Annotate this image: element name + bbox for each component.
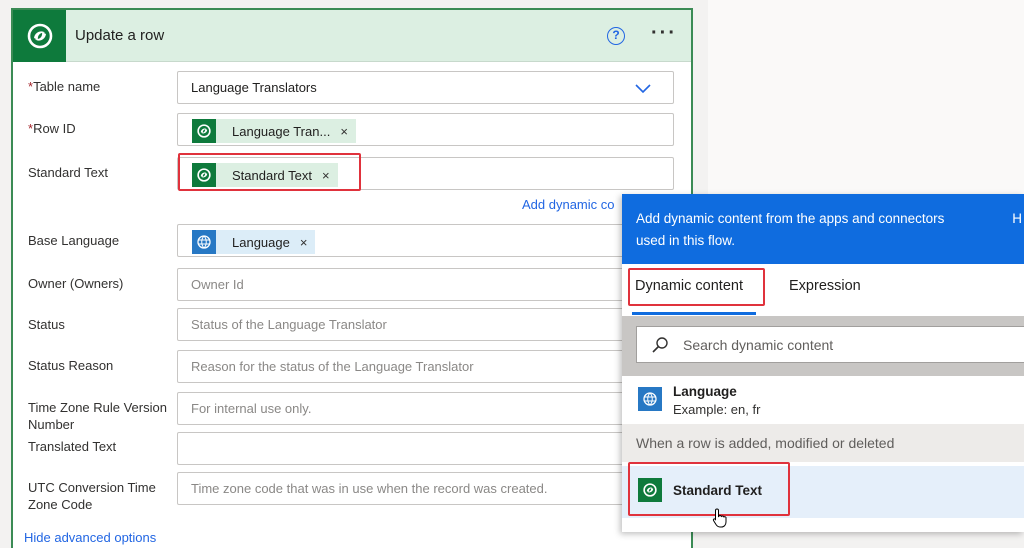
help-icon[interactable]: ? xyxy=(607,27,625,45)
translated-text-label: Translated Text xyxy=(28,439,117,454)
dataverse-icon xyxy=(13,10,66,62)
list-item-title: Language xyxy=(673,384,737,399)
list-item-language[interactable]: Language Example: en, fr xyxy=(622,378,1024,428)
hand-cursor-icon xyxy=(712,508,728,533)
translated-text-input[interactable] xyxy=(177,432,674,465)
tab-expression[interactable]: Expression xyxy=(789,278,861,294)
hide-advanced-link[interactable]: Hide advanced options xyxy=(24,530,156,545)
panel-header-cut-text[interactable]: H xyxy=(1012,208,1022,230)
base-language-token-label: Language xyxy=(232,234,290,250)
row-id-token-label: Language Tran... xyxy=(232,123,331,139)
status-label: Status xyxy=(28,317,65,332)
remove-token-icon[interactable]: × xyxy=(340,124,348,139)
base-language-label: Base Language xyxy=(28,233,120,248)
search-input[interactable]: Search dynamic content xyxy=(636,326,1024,363)
card-header[interactable]: Update a row ? ··· xyxy=(13,10,691,62)
panel-header-line2: used in this flow. xyxy=(636,233,736,248)
base-language-token[interactable]: Language × xyxy=(192,230,316,254)
standard-text-label: Standard Text xyxy=(28,165,108,180)
tz-rule-placeholder: For internal use only. xyxy=(191,401,312,416)
status-reason-input[interactable]: Reason for the status of the Language Tr… xyxy=(177,350,674,383)
dataverse-icon xyxy=(192,119,216,143)
section-header: When a row is added, modified or deleted xyxy=(622,424,1024,462)
owner-label: Owner (Owners) xyxy=(28,276,124,291)
dynamic-content-panel: Add dynamic content from the apps and co… xyxy=(622,194,1024,532)
globe-icon xyxy=(192,230,216,254)
row-id-token[interactable]: Language Tran... × xyxy=(192,119,356,143)
table-name-value: Language Translators xyxy=(191,80,317,95)
section-title: When a row is added, modified or deleted xyxy=(636,435,895,451)
highlight-box xyxy=(178,153,361,191)
highlight-box xyxy=(628,462,790,516)
status-reason-placeholder: Reason for the status of the Language Tr… xyxy=(191,359,474,374)
utc-conv-label: UTC Conversion Time Zone Code xyxy=(28,480,156,512)
add-dynamic-content-link[interactable]: Add dynamic co xyxy=(522,197,615,212)
base-language-field[interactable]: Language × xyxy=(177,224,674,257)
chevron-down-icon[interactable] xyxy=(635,80,651,101)
owner-input[interactable]: Owner Id xyxy=(177,268,674,301)
table-name-label: *Table name xyxy=(28,79,101,94)
row-id-field[interactable]: Language Tran... × xyxy=(177,113,674,146)
utc-conv-input[interactable]: Time zone code that was in use when the … xyxy=(177,472,674,505)
update-row-card: Update a row ? ··· *Table name Language … xyxy=(11,8,693,548)
panel-header: Add dynamic content from the apps and co… xyxy=(622,194,1024,264)
active-tab-indicator xyxy=(632,312,756,315)
utc-conv-placeholder: Time zone code that was in use when the … xyxy=(191,481,548,496)
status-placeholder: Status of the Language Translator xyxy=(191,317,387,332)
search-area: Search dynamic content xyxy=(622,316,1024,376)
status-reason-label: Status Reason xyxy=(28,358,114,373)
more-options-icon[interactable]: ··· xyxy=(651,22,677,45)
globe-icon xyxy=(638,387,662,411)
search-icon xyxy=(651,336,669,359)
tz-rule-input[interactable]: For internal use only. xyxy=(177,392,674,425)
tz-rule-label: Time Zone Rule Version Number xyxy=(28,400,167,432)
search-placeholder: Search dynamic content xyxy=(683,337,834,353)
row-id-label: *Row ID xyxy=(28,121,76,136)
panel-tabs: Dynamic content Expression xyxy=(622,264,1024,316)
list-item-subtitle: Example: en, fr xyxy=(673,402,761,417)
status-input[interactable]: Status of the Language Translator xyxy=(177,308,674,341)
card-title[interactable]: Update a row xyxy=(75,27,164,44)
owner-placeholder: Owner Id xyxy=(191,277,244,292)
list-item-standard-text[interactable]: Standard Text xyxy=(622,462,1024,518)
remove-token-icon[interactable]: × xyxy=(300,235,308,250)
table-name-dropdown[interactable]: Language Translators xyxy=(177,71,674,104)
highlight-box xyxy=(628,268,765,306)
panel-header-line1: Add dynamic content from the apps and co… xyxy=(636,211,945,226)
